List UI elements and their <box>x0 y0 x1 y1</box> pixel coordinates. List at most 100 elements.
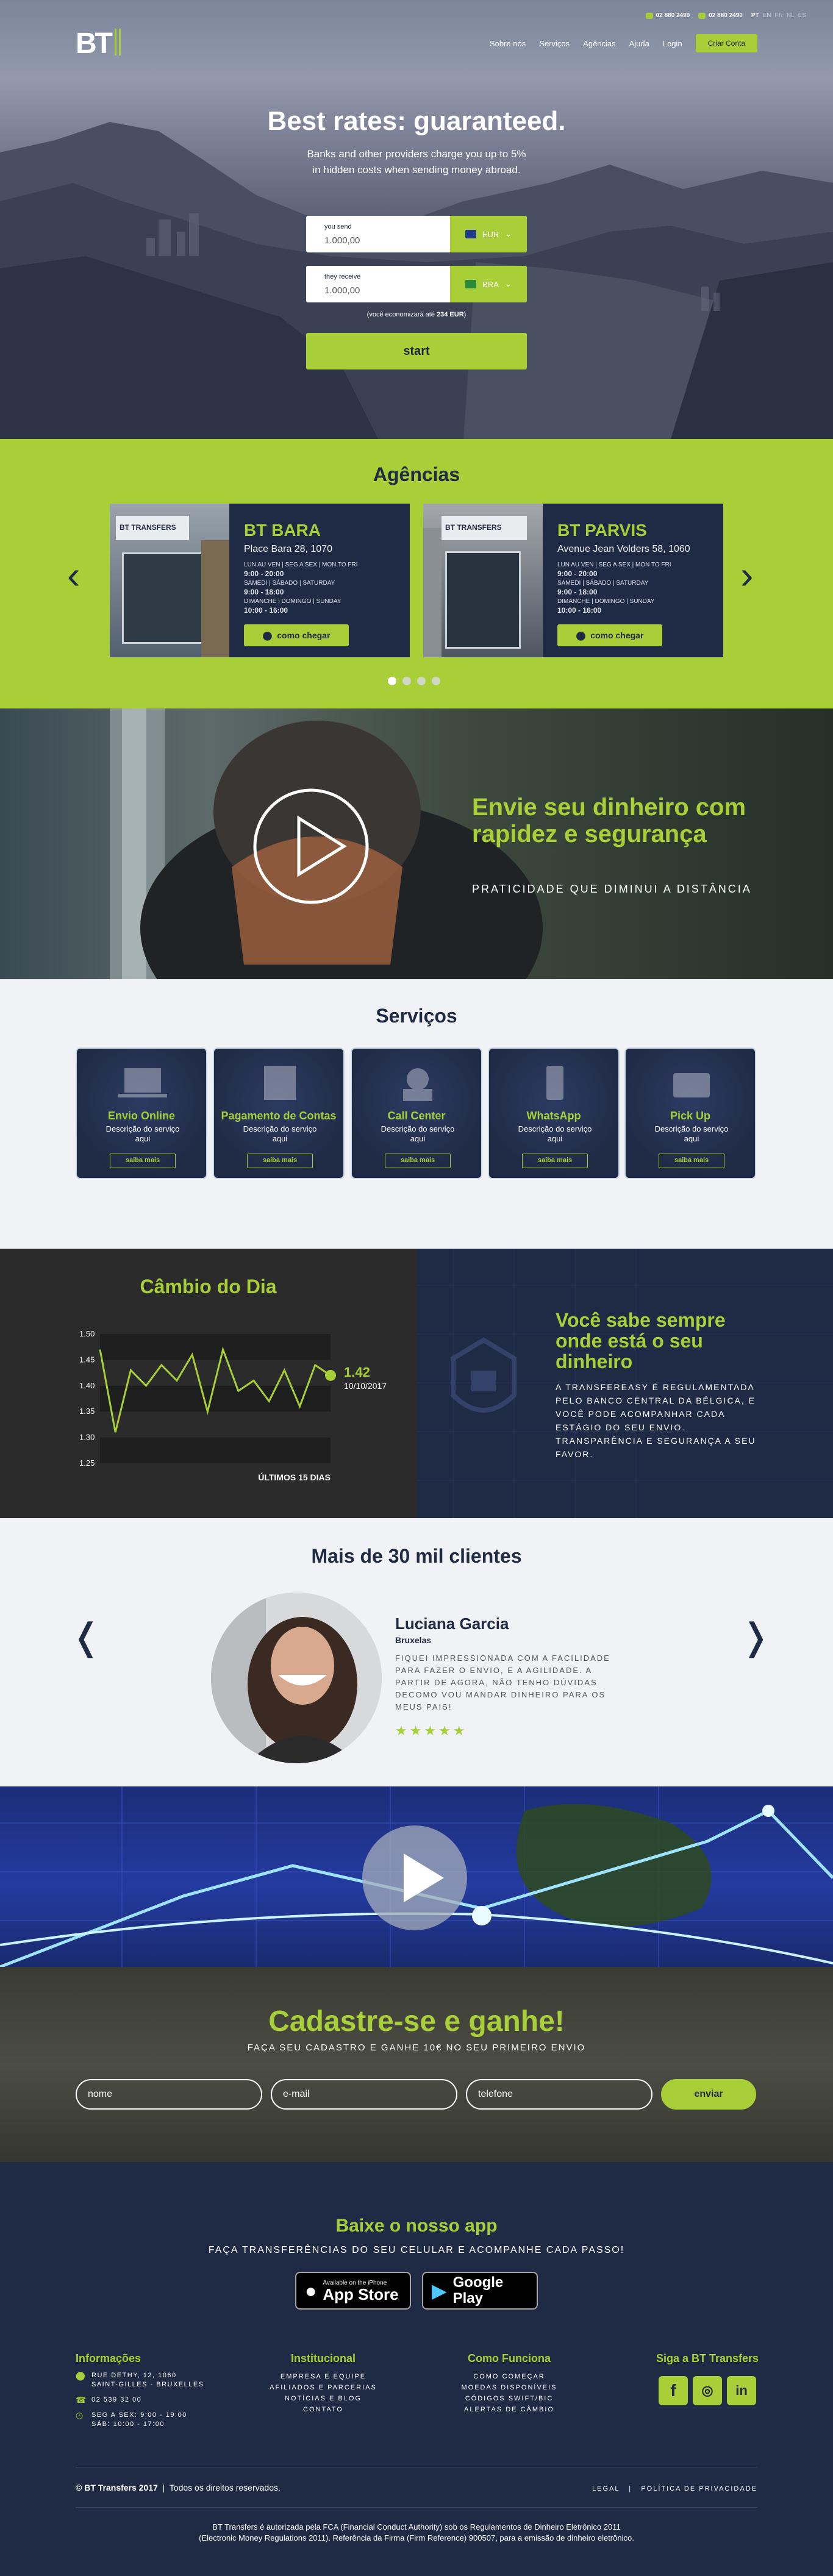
google-play-icon: ▶ <box>432 2280 447 2302</box>
agency-hours: LUN AU VEN | SEG A SEX | MON TO FRI 9:00 … <box>244 562 358 615</box>
arrow-right-icon[interactable]: ❭ <box>740 1616 771 1658</box>
google-play-button[interactable]: ▶ Google Play <box>422 2272 538 2310</box>
send-value[interactable]: 1.000,00 <box>324 235 360 246</box>
carousel-dot[interactable] <box>417 677 426 685</box>
linkedin-icon[interactable]: in <box>727 2376 756 2405</box>
receive-currency: BRA <box>482 279 499 289</box>
service-more-button[interactable]: saiba mais <box>247 1154 313 1168</box>
lang-es[interactable]: ES <box>798 12 806 19</box>
footer-link[interactable]: CONTATO <box>268 2404 378 2415</box>
eu-flag-icon <box>465 230 476 238</box>
nav-agencias[interactable]: Agências <box>583 39 615 48</box>
main-nav: Sobre nós Serviços Agências Ajuda Login … <box>490 34 757 52</box>
privacy-link[interactable]: POLÍTICA DE PRIVACIDADE <box>641 2485 757 2492</box>
copyright: © BT Transfers 2017 | Todos os direitos … <box>76 2483 281 2492</box>
service-card[interactable]: Call Center Descrição do serviço aqui sa… <box>351 1047 482 1179</box>
play-icon[interactable] <box>362 1825 467 1930</box>
nav-ajuda[interactable]: Ajuda <box>629 39 649 48</box>
agency-photo: BT TRANSFERS <box>110 504 229 657</box>
apple-icon: ● <box>305 2279 317 2302</box>
service-more-button[interactable]: saiba mais <box>522 1154 588 1168</box>
phone-icon: ☎ <box>76 2395 87 2405</box>
last-rate-date: 10/10/2017 <box>344 1381 387 1391</box>
service-card[interactable]: WhatsApp Descrição do serviço aqui saiba… <box>488 1047 620 1179</box>
lang-nl[interactable]: NL <box>787 12 795 19</box>
phone-input[interactable]: telefone <box>466 2079 652 2110</box>
carousel-dot[interactable] <box>402 677 411 685</box>
phone-1[interactable]: 02 880 2490 <box>645 12 690 19</box>
testimonial-name: Luciana Garcia <box>395 1614 509 1633</box>
service-card[interactable]: Pagamento de Contas Descrição do serviço… <box>213 1047 345 1179</box>
nav-sobre[interactable]: Sobre nós <box>490 39 526 48</box>
agencias-title: Agências <box>373 463 460 485</box>
service-more-button[interactable]: saiba mais <box>659 1154 724 1168</box>
phone-2[interactable]: 02 880 2490 <box>698 12 743 19</box>
service-title: Call Center <box>387 1110 446 1122</box>
lang-en[interactable]: EN <box>763 12 771 19</box>
facebook-icon[interactable]: f <box>659 2376 688 2405</box>
wallet-icon <box>673 1073 710 1097</box>
agency-sign: BT TRANSFERS <box>442 516 527 540</box>
footer-link[interactable]: NOTÍCIAS E BLOG <box>268 2393 378 2404</box>
legal-link[interactable]: LEGAL <box>592 2485 620 2492</box>
footer-link[interactable]: MOEDAS DISPONÍVEIS <box>451 2382 567 2393</box>
rate-point <box>325 1369 336 1381</box>
nav-login[interactable]: Login <box>663 39 682 48</box>
service-card[interactable]: Pick Up Descrição do serviço aqui saiba … <box>624 1047 756 1179</box>
testimonial-city: Bruxelas <box>395 1635 432 1645</box>
y-tick-label: 1.35 <box>79 1407 95 1416</box>
footer-link[interactable]: COMO COMEÇAR <box>451 2371 567 2382</box>
signup-subtitle: FAÇA SEU CADASTRO E GANHE 10€ NO SEU PRI… <box>247 2043 586 2053</box>
play-icon[interactable] <box>252 788 370 905</box>
y-tick-label: 1.25 <box>79 1458 95 1468</box>
clientes-section: Mais de 30 mil clientes ❬ ❭ Luciana Garc… <box>0 1518 833 1786</box>
carousel-dot[interactable] <box>388 677 396 685</box>
receive-label: they receive <box>324 273 361 280</box>
carousel-dot[interactable] <box>432 677 440 685</box>
video-title: Envie seu dinheiro com rapidez e seguran… <box>472 794 746 847</box>
lang-pt[interactable]: PT <box>751 12 759 19</box>
y-tick-label: 1.30 <box>79 1433 95 1442</box>
footer-link[interactable]: ALERTAS DE CÂMBIO <box>451 2404 567 2415</box>
footer-link[interactable]: CÓDIGOS SWIFT/BIC <box>451 2393 567 2404</box>
receive-value[interactable]: 1.000,00 <box>324 285 360 296</box>
location-pin-icon: ⬤ <box>76 2371 87 2380</box>
servicos-title: Serviços <box>376 1005 457 1027</box>
create-account-button[interactable]: Criar Conta <box>695 34 757 52</box>
receive-amount-field[interactable]: they receive 1.000,00 BRA ⌄ <box>306 266 527 302</box>
service-card[interactable]: Envio Online Descrição do serviço aqui s… <box>76 1047 207 1179</box>
start-button[interactable]: start <box>306 333 527 369</box>
arrow-right-icon[interactable]: › <box>740 552 753 598</box>
send-currency: EUR <box>482 229 499 239</box>
y-tick-label: 1.50 <box>79 1329 95 1338</box>
app-title: Baixe o nosso app <box>335 2216 498 2236</box>
email-input[interactable]: e-mail <box>271 2079 457 2110</box>
footer-link[interactable]: AFILIADOS E PARCERIAS <box>268 2382 378 2393</box>
app-store-button[interactable]: ● Available on the iPhone App Store <box>295 2272 411 2310</box>
receive-currency-select[interactable]: BRA ⌄ <box>450 266 527 302</box>
logo[interactable]: BT <box>76 27 121 60</box>
rating-stars-icon: ★★★★★ <box>395 1723 468 1738</box>
lang-fr[interactable]: FR <box>775 12 783 19</box>
security-text: A TRANSFEREASY É REGULAMENTADA PELO BANC… <box>556 1382 756 1459</box>
arrow-left-icon[interactable]: ‹ <box>67 552 80 598</box>
submit-button[interactable]: enviar <box>661 2079 756 2110</box>
instagram-icon[interactable]: ◎ <box>693 2376 722 2405</box>
service-more-button[interactable]: saiba mais <box>385 1154 451 1168</box>
agency-name: BT BARA <box>244 521 321 540</box>
name-input[interactable]: nome <box>76 2079 262 2110</box>
headset-agent-icon <box>403 1068 432 1101</box>
service-more-button[interactable]: saiba mais <box>110 1154 176 1168</box>
nav-servicos[interactable]: Serviços <box>539 39 570 48</box>
send-amount-field[interactable]: you send 1.000,00 EUR ⌄ <box>306 216 527 252</box>
send-label: you send <box>324 223 352 230</box>
app-subtitle: FAÇA TRANSFERÊNCIAS DO SEU CELULAR E ACO… <box>208 2245 625 2255</box>
arrow-left-icon[interactable]: ❬ <box>71 1616 101 1658</box>
footer-link[interactable]: EMPRESA E EQUIPE <box>268 2371 378 2382</box>
directions-button[interactable]: ⬤ como chegar <box>244 624 349 646</box>
servicos-section: Serviços Envio Online Descrição do servi… <box>0 979 833 1249</box>
y-tick-label: 1.45 <box>79 1355 95 1364</box>
clientes-title: Mais de 30 mil clientes <box>311 1545 522 1567</box>
send-currency-select[interactable]: EUR ⌄ <box>450 216 527 252</box>
directions-button[interactable]: ⬤ como chegar <box>557 624 662 646</box>
